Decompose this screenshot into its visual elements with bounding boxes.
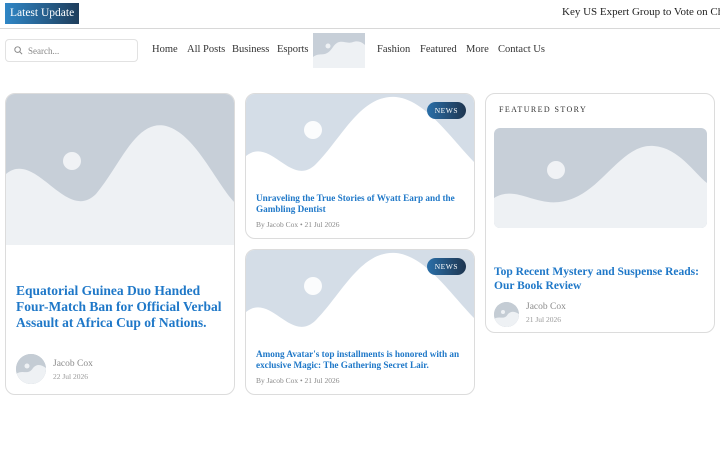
post-title[interactable]: Unraveling the True Stories of Wyatt Ear… — [256, 193, 468, 215]
featured-image[interactable] — [494, 128, 707, 228]
top-bar: Latest Update Key US Expert Group to Vot… — [0, 0, 720, 29]
search-icon — [14, 46, 23, 55]
nav-business[interactable]: Business — [232, 44, 269, 55]
nav-more[interactable]: More — [466, 44, 489, 55]
main-navigation: Home All Posts Business Esports Fashion … — [0, 28, 720, 70]
nav-esports[interactable]: Esports — [277, 44, 309, 55]
post-title[interactable]: Among Avatar's top installments is honor… — [256, 349, 470, 371]
site-logo-placeholder[interactable] — [313, 33, 365, 68]
nav-home[interactable]: Home — [152, 44, 178, 55]
post-card[interactable]: NEWS Unraveling the True Stories of Wyat… — [245, 93, 475, 239]
latest-update-badge: Latest Update — [5, 3, 80, 24]
post-card[interactable]: NEWS Among Avatar's top installments is … — [245, 249, 475, 395]
avatar-placeholder-icon — [494, 302, 519, 327]
nav-fashion[interactable]: Fashion — [377, 44, 410, 55]
news-badge[interactable]: NEWS — [426, 258, 466, 275]
search-input[interactable] — [28, 43, 133, 59]
search-box[interactable] — [5, 39, 138, 62]
author-name[interactable]: Jacob Cox — [526, 302, 566, 312]
post-meta: By Jacob Cox • 21 Jul 2026 — [256, 376, 340, 385]
avatar[interactable] — [494, 302, 519, 327]
post-date: 21 Jul 2026 — [526, 315, 562, 324]
avatar-placeholder-icon — [16, 354, 46, 384]
news-badge[interactable]: NEWS — [426, 102, 466, 119]
main-post-image[interactable] — [6, 94, 234, 245]
nav-contact-us[interactable]: Contact Us — [498, 44, 545, 55]
featured-story-card[interactable]: FEATURED STORY Top Recent Mystery and Su… — [485, 93, 715, 333]
avatar[interactable] — [16, 354, 46, 384]
image-placeholder-icon — [6, 94, 234, 245]
featured-story-title[interactable]: Top Recent Mystery and Suspense Reads: O… — [494, 266, 706, 294]
nav-all-posts[interactable]: All Posts — [187, 44, 225, 55]
image-placeholder-icon — [313, 33, 365, 68]
main-post-card[interactable]: Equatorial Guinea Duo Handed Four-Match … — [5, 93, 235, 395]
nav-featured[interactable]: Featured — [420, 44, 457, 55]
image-placeholder-icon — [494, 128, 707, 228]
author-name[interactable]: Jacob Cox — [53, 359, 93, 369]
post-meta: By Jacob Cox • 21 Jul 2026 — [256, 220, 340, 229]
news-ticker[interactable]: Key US Expert Group to Vote on Ch — [562, 6, 720, 18]
featured-story-label: FEATURED STORY — [499, 105, 588, 114]
main-post-title[interactable]: Equatorial Guinea Duo Handed Four-Match … — [16, 283, 228, 332]
post-date: 22 Jul 2026 — [53, 372, 89, 381]
